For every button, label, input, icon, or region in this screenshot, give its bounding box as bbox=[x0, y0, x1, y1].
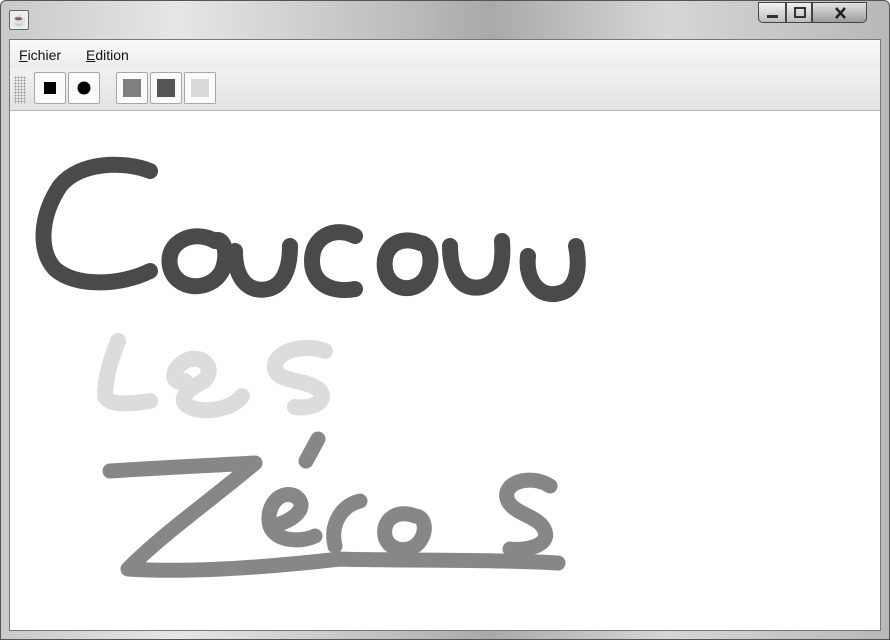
dark-gray-color-swatch bbox=[157, 79, 175, 97]
dark-gray-color-button[interactable] bbox=[150, 72, 182, 104]
menu-edition[interactable]: Edition bbox=[86, 47, 129, 63]
app-window: ☕ Fichier Edition bbox=[0, 0, 890, 640]
drawing-surface bbox=[35, 156, 586, 578]
circle-icon bbox=[77, 81, 91, 95]
menu-bar: Fichier Edition bbox=[10, 40, 880, 68]
light-gray-color-swatch bbox=[191, 79, 209, 97]
square-shape-button[interactable] bbox=[34, 72, 66, 104]
close-icon bbox=[835, 7, 846, 19]
menu-fichier-rest: ichier bbox=[27, 47, 62, 63]
maximize-button[interactable] bbox=[786, 2, 812, 23]
java-coffee-cup-icon[interactable]: ☕ bbox=[9, 10, 29, 30]
menu-fichier-mnemonic: F bbox=[19, 47, 28, 63]
title-bar[interactable]: ☕ bbox=[1, 1, 889, 39]
toolbar bbox=[10, 68, 880, 111]
gray-color-button[interactable] bbox=[116, 72, 148, 104]
drawing-canvas[interactable] bbox=[10, 111, 880, 630]
close-button[interactable] bbox=[812, 2, 867, 23]
square-icon bbox=[44, 82, 56, 94]
menu-edition-rest: dition bbox=[95, 47, 129, 63]
light-gray-color-button[interactable] bbox=[184, 72, 216, 104]
gray-color-swatch bbox=[123, 79, 141, 97]
menu-fichier[interactable]: Fichier bbox=[19, 47, 61, 63]
maximize-icon bbox=[794, 7, 806, 18]
word-zeros-strokes bbox=[102, 431, 566, 578]
menu-edition-mnemonic: E bbox=[86, 47, 96, 63]
word-coucou-strokes bbox=[35, 156, 586, 303]
client-area: Fichier Edition bbox=[9, 39, 881, 631]
circle-shape-button[interactable] bbox=[68, 72, 100, 104]
word-les-strokes bbox=[97, 333, 333, 419]
toolbar-grip[interactable] bbox=[14, 76, 26, 104]
minimize-button[interactable] bbox=[758, 2, 786, 23]
minimize-icon bbox=[767, 15, 778, 18]
